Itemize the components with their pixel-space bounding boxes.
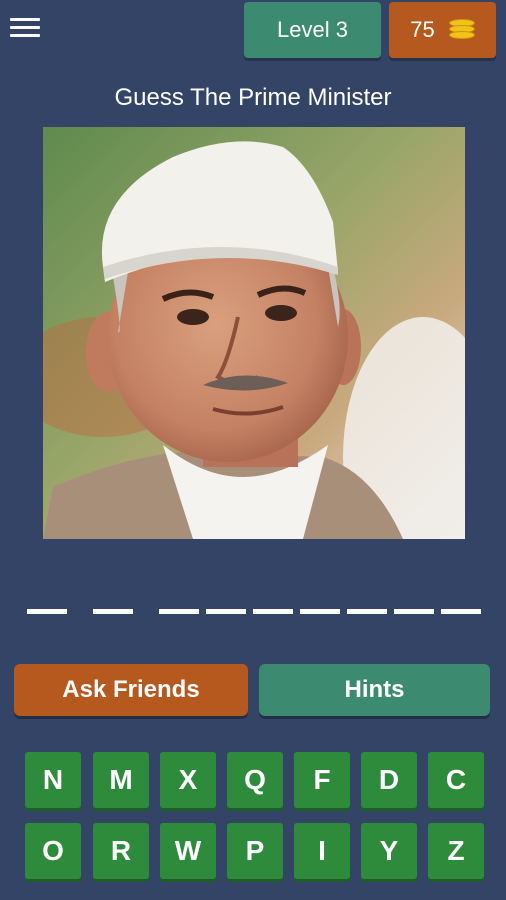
coin-balance[interactable]: 75 <box>389 2 496 58</box>
level-badge: Level 3 <box>244 2 381 58</box>
portrait-photo <box>43 127 465 539</box>
letter-key[interactable]: X <box>160 752 216 808</box>
letter-key[interactable]: Y <box>361 823 417 879</box>
letter-key[interactable]: F <box>294 752 350 808</box>
letter-key[interactable]: P <box>227 823 283 879</box>
letter-key[interactable]: I <box>294 823 350 879</box>
answer-slot <box>253 609 293 614</box>
answer-slot <box>27 609 67 614</box>
coin-count: 75 <box>410 17 435 42</box>
answer-slot <box>394 609 434 614</box>
letter-key[interactable]: N <box>25 752 81 808</box>
letter-key[interactable]: Q <box>227 752 283 808</box>
letter-key[interactable]: O <box>25 823 81 879</box>
ask-friends-button[interactable]: Ask Friends <box>14 664 248 716</box>
page-title: Guess The Prime Minister <box>114 84 392 111</box>
answer-slots <box>0 609 506 619</box>
letter-key[interactable]: D <box>361 752 417 808</box>
level-label: Level 3 <box>277 17 348 42</box>
letter-key[interactable]: Z <box>428 823 484 879</box>
menu-button[interactable] <box>10 16 40 40</box>
answer-slot <box>300 609 340 614</box>
hints-button[interactable]: Hints <box>259 664 490 716</box>
answer-slot <box>159 609 199 614</box>
answer-slot <box>93 609 133 614</box>
coin-stack-icon <box>448 19 475 41</box>
letter-key[interactable]: M <box>93 752 149 808</box>
answer-slot <box>347 609 387 614</box>
letter-key[interactable]: C <box>428 752 484 808</box>
answer-slot <box>441 609 481 614</box>
letter-key[interactable]: R <box>93 823 149 879</box>
letter-key[interactable]: W <box>160 823 216 879</box>
answer-slot <box>206 609 246 614</box>
